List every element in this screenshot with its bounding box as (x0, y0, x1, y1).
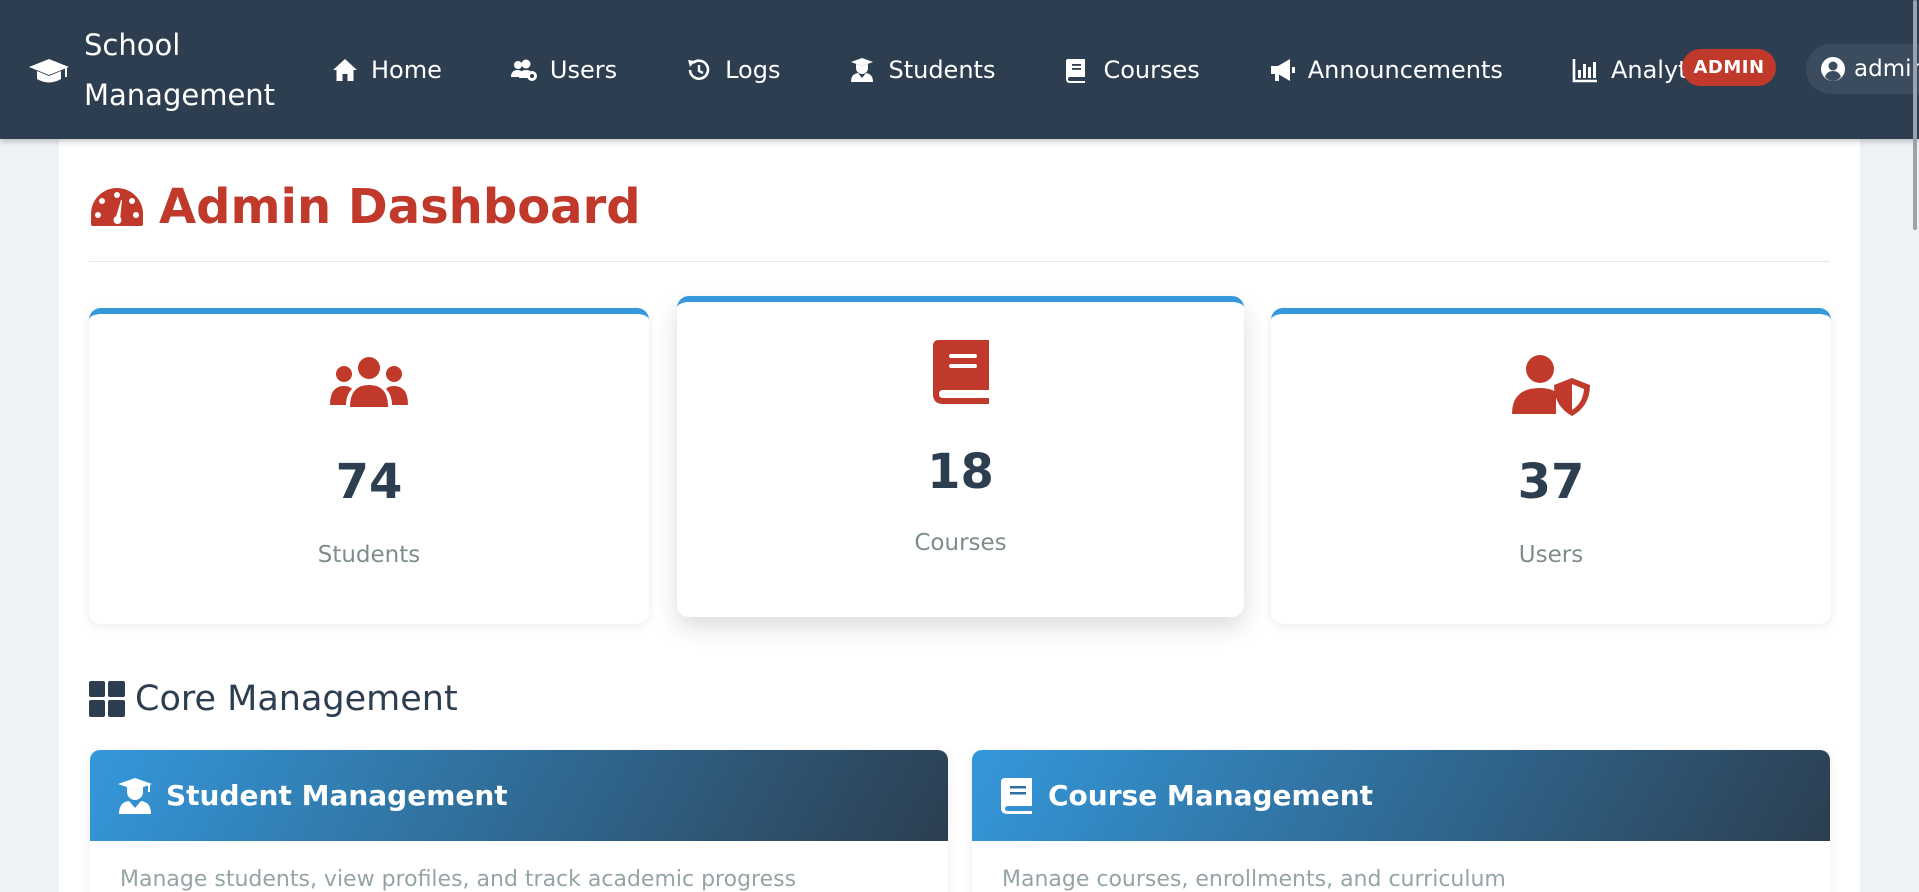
history-icon (688, 58, 710, 80)
nav-courses[interactable]: Courses (1063, 55, 1200, 84)
user-circle-icon (1821, 57, 1845, 81)
stat-value-users: 37 (1517, 454, 1585, 510)
graduate-icon (851, 57, 874, 82)
stat-card-courses[interactable]: 18 Courses (677, 296, 1244, 617)
nav-announcements-label: Announcements (1307, 55, 1503, 84)
top-navbar: School Management Home Users Logs Studen… (0, 0, 1919, 139)
stat-label-students: Students (317, 542, 421, 568)
card-description: Manage students, view profiles, and trac… (120, 867, 797, 892)
section-title-text: Core Management (135, 679, 458, 719)
stat-card-students[interactable]: 74 Students (89, 308, 649, 624)
card-description: Manage courses, enrollments, and curricu… (1002, 867, 1506, 892)
nav-logs-label: Logs (725, 55, 781, 84)
nav-home-label: Home (371, 55, 442, 84)
page-title-text: Admin Dashboard (159, 179, 641, 235)
nav-announcements[interactable]: Announcements (1268, 56, 1503, 84)
card-header: Student Management (90, 750, 948, 841)
brand-line1: School (84, 27, 181, 62)
user-shield-icon (1512, 355, 1590, 416)
card-title: Course Management (1048, 779, 1374, 812)
nav-students[interactable]: Students (848, 56, 995, 84)
title-divider (89, 261, 1830, 262)
user-menu[interactable]: admin (1806, 44, 1919, 94)
home-icon (333, 58, 357, 81)
grid-icon (89, 681, 125, 717)
student-management-card[interactable]: Student Management Manage students, view… (90, 750, 948, 892)
user-name: admin (1854, 56, 1919, 82)
tachometer-icon (91, 188, 143, 226)
role-badge: ADMIN (1682, 49, 1776, 86)
brand[interactable]: School Management (28, 0, 304, 139)
card-title: Student Management (166, 779, 508, 812)
brand-line2: Management (84, 77, 276, 112)
stat-card-users[interactable]: 37 Users (1271, 308, 1831, 624)
users-cog-icon (510, 59, 537, 81)
nav-logs[interactable]: Logs (685, 56, 780, 84)
stat-label-courses: Courses (914, 530, 1007, 556)
nav-users[interactable]: Users (510, 56, 617, 84)
card-header: Course Management (972, 750, 1830, 841)
nav-students-label: Students (888, 55, 996, 84)
scrollbar-thumb[interactable] (1913, 0, 1917, 230)
megaphone-icon (1270, 58, 1295, 81)
stat-value-students: 74 (335, 454, 403, 510)
nav-links: Home Users Logs Students Courses Announc… (331, 0, 1788, 139)
section-title: Core Management (89, 679, 458, 719)
graduate-icon (118, 777, 152, 814)
page-title: Admin Dashboard (89, 179, 641, 235)
book-icon (1001, 777, 1032, 814)
nav-home[interactable]: Home (331, 56, 442, 84)
graduation-cap-icon (29, 58, 69, 82)
book-icon (1066, 58, 1086, 83)
stat-label-users: Users (1518, 542, 1584, 568)
users-icon (330, 357, 408, 407)
book-icon (932, 340, 989, 404)
nav-users-label: Users (549, 55, 618, 84)
brand-name: School Management (84, 20, 304, 120)
stat-value-courses: 18 (927, 444, 994, 500)
course-management-card[interactable]: Course Management Manage courses, enroll… (972, 750, 1830, 892)
nav-courses-label: Courses (1103, 55, 1200, 84)
bar-chart-icon (1572, 58, 1597, 82)
scrollbar[interactable] (1912, 0, 1919, 892)
main-content: Admin Dashboard 74 Students 18 Courses 3… (59, 139, 1860, 892)
